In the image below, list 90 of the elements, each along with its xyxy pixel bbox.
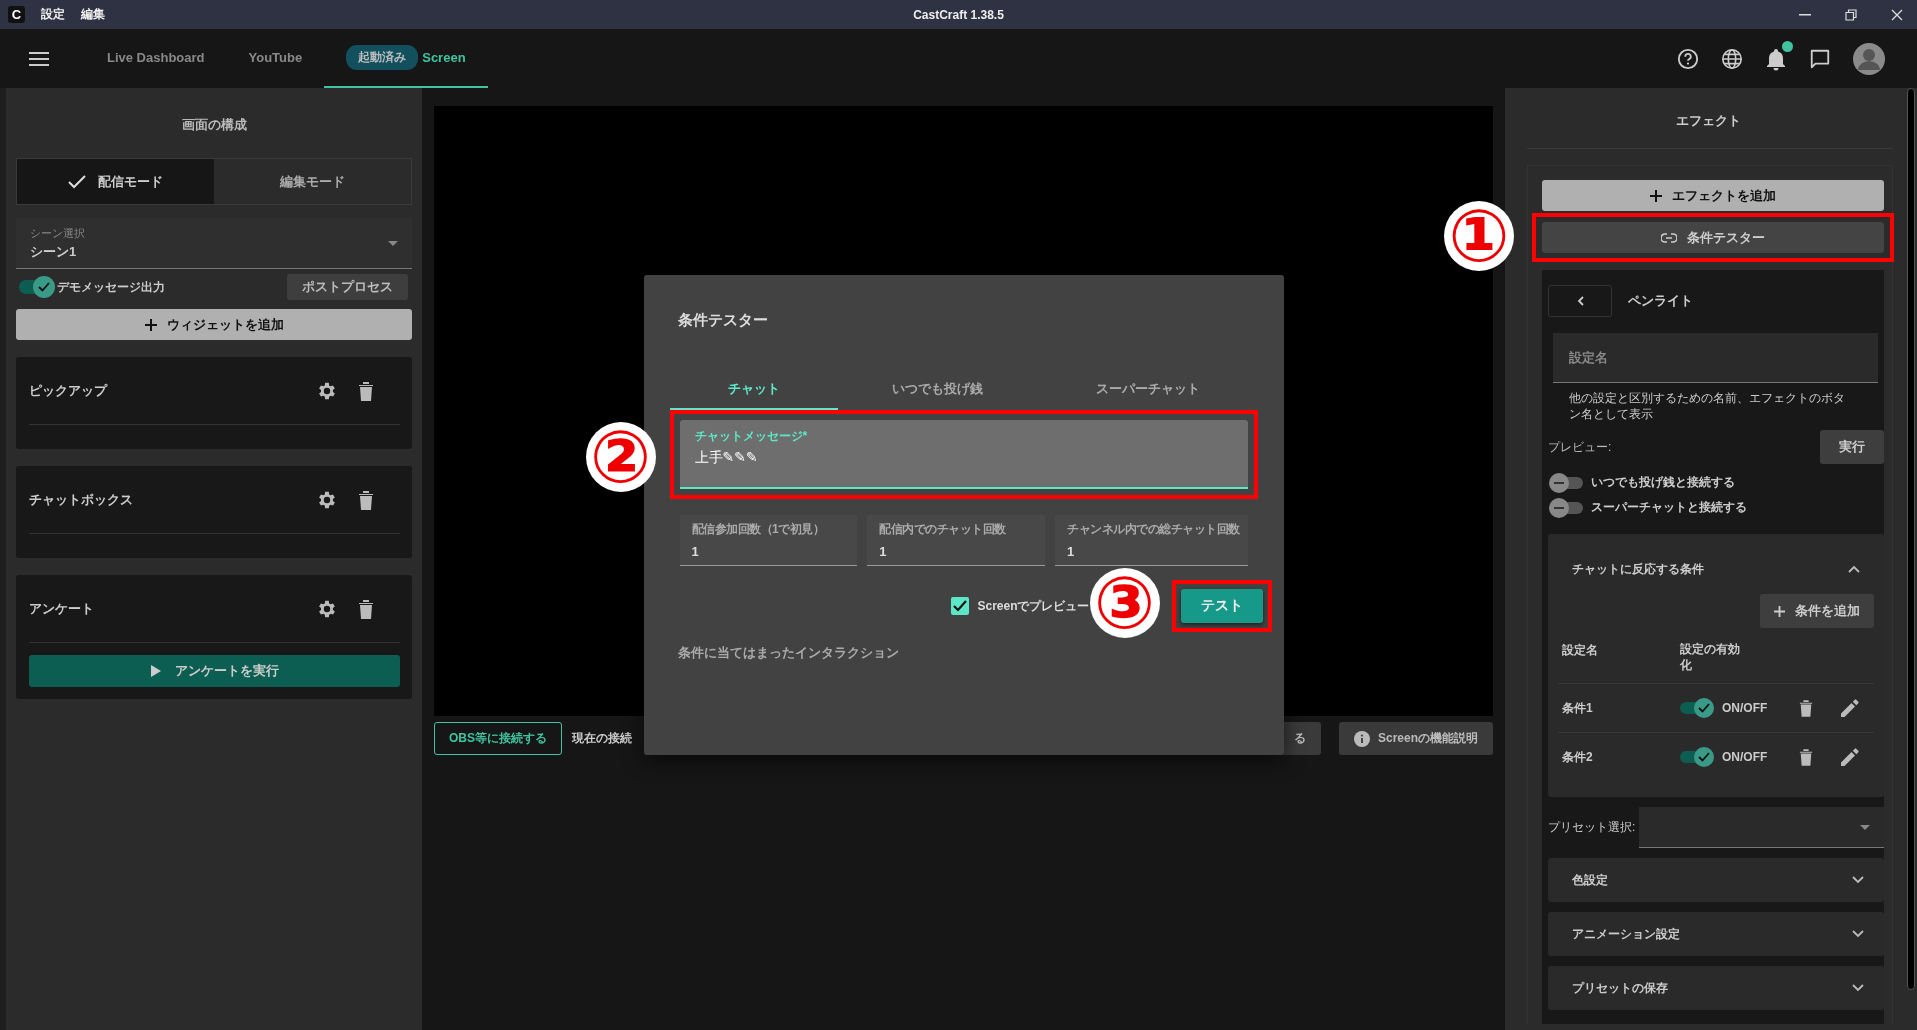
preview-label: プレビュー: <box>1548 438 1613 456</box>
table-cell-text: 条件1 <box>1562 699 1594 717</box>
toggle-label: デモメッセージ出力 <box>57 278 165 296</box>
nav-tab[interactable]: YouTube <box>226 29 325 88</box>
scrollbar[interactable] <box>1907 88 1915 990</box>
table-cell-text: 条件2 <box>1562 748 1594 766</box>
collapsible-section[interactable]: 色設定 <box>1548 858 1884 903</box>
play-icon <box>150 665 161 677</box>
panel-heading: チャットに反応する条件 <box>1572 560 1704 578</box>
close-icon[interactable] <box>1891 8 1903 21</box>
chevron-icon[interactable] <box>1848 565 1860 574</box>
column-header: 設定名 <box>1562 642 1599 660</box>
panel-title: エフェクト <box>1674 112 1742 130</box>
nav-tab-label: Live Dashboard <box>107 50 205 65</box>
widget-name: ピックアップ <box>29 381 109 400</box>
dialog-title: 条件テスター <box>676 310 769 330</box>
app-logo: C <box>8 6 25 23</box>
nav-tab[interactable]: Live Dashboard <box>85 29 227 88</box>
help-button[interactable]: Screenの機能説明 <box>1338 722 1493 755</box>
minimize-icon[interactable] <box>1799 13 1811 16</box>
dialog-tab[interactable]: スーパーチャット <box>1037 374 1258 410</box>
tester-button[interactable]: 条件テスター <box>1542 222 1884 253</box>
window-title: CastCraft 1.38.5 <box>913 7 1004 22</box>
panel-title: 画面の構成 <box>180 116 248 134</box>
dialog-tab[interactable]: いつでも投げ銭 <box>837 374 1038 410</box>
check-icon <box>68 174 86 189</box>
postprocess-button[interactable]: ポストプロセス <box>287 274 408 300</box>
message-field[interactable]: チャットメッセージ* 上手✎✎✎ <box>679 420 1248 489</box>
widget-name: チャットボックス <box>29 490 134 509</box>
globe-icon[interactable] <box>1721 47 1743 70</box>
toggle-label: ON/OFF <box>1722 750 1768 765</box>
dropdown-icon <box>1860 824 1870 830</box>
mode-tab[interactable]: 配信モード <box>17 159 214 204</box>
plus-icon <box>1650 189 1662 202</box>
toggle-label: ON/OFF <box>1722 701 1768 716</box>
chevron-left-icon <box>1576 296 1584 306</box>
collapsible-section[interactable]: アニメーション設定 <box>1548 912 1884 957</box>
menu-item[interactable]: 編集 <box>81 6 105 23</box>
widget-name: アンケート <box>29 599 95 618</box>
nav-tab-label: YouTube <box>248 50 303 65</box>
connection-text: 現在の接続 <box>572 730 632 747</box>
number-field[interactable]: チャンネル内での総チャット回数 1 <box>1055 515 1248 566</box>
restore-icon[interactable] <box>1845 8 1857 21</box>
checkbox-label: Screenでプレビュー <box>977 597 1090 615</box>
add-condition-button[interactable]: 条件を追加 <box>1760 594 1874 629</box>
delete-icon[interactable] <box>358 380 374 401</box>
check-icon <box>1698 752 1710 763</box>
collapsible-section[interactable]: プリセットの保存 <box>1548 966 1884 1011</box>
delete-icon[interactable] <box>1799 699 1814 718</box>
pencil-icon[interactable] <box>1841 699 1860 718</box>
delete-icon[interactable] <box>1799 748 1814 767</box>
check-icon <box>1698 703 1710 714</box>
check-icon <box>953 600 968 612</box>
delete-icon[interactable] <box>358 598 374 619</box>
dialog-tab[interactable]: チャット <box>669 374 838 410</box>
menu-icon[interactable] <box>29 51 49 66</box>
name-field[interactable]: 設定名 <box>1553 333 1878 383</box>
info-icon <box>1353 730 1370 747</box>
menu-item[interactable]: 設定 <box>41 6 65 23</box>
toggle-label: スーパーチャットと接続する <box>1591 499 1747 517</box>
check-icon <box>38 282 50 292</box>
preset-select[interactable] <box>1639 807 1884 849</box>
nav-tab-label: Screen <box>422 50 466 65</box>
avatar-icon[interactable] <box>1853 42 1885 75</box>
plus-icon <box>1774 605 1785 617</box>
number-field[interactable]: 配信参加回数（1で初見） 1 <box>679 515 858 566</box>
pencil-icon[interactable] <box>1841 748 1860 767</box>
run-poll-button[interactable]: アンケートを実行 <box>29 655 400 687</box>
status-badge: 起動済み <box>346 45 419 70</box>
callout-number: ③ <box>1089 568 1160 638</box>
hint-text: 他の設定と区別するための名前、エフェクトのボタン名として表示 <box>1568 390 1846 423</box>
section-heading: 条件に当てはまったインタラクション <box>677 644 900 662</box>
help-icon[interactable] <box>1677 47 1699 70</box>
column-header: 設定の有効化 <box>1680 642 1741 674</box>
bell-icon[interactable] <box>1765 46 1787 71</box>
add-effect-button[interactable]: エフェクトを追加 <box>1542 180 1884 211</box>
delete-icon[interactable] <box>358 489 374 510</box>
number-field[interactable]: 配信内でのチャット回数 1 <box>867 515 1045 566</box>
run-button[interactable]: 実行 <box>1820 430 1884 465</box>
add-widget-button[interactable]: ウィジェットを追加 <box>16 309 412 340</box>
preset-label: プリセット選択: <box>1548 819 1637 837</box>
scene-select[interactable]: シーン選択 シーン1 <box>16 218 412 269</box>
connect-button[interactable]: OBS等に接続する <box>434 722 562 755</box>
chat-icon[interactable] <box>1809 47 1831 70</box>
toggle-label: いつでも投げ銭と接続する <box>1591 474 1735 492</box>
checkbox[interactable] <box>951 597 970 615</box>
link-icon <box>1661 232 1677 243</box>
effect-name: ペンライト <box>1628 292 1693 310</box>
plus-icon <box>144 318 157 331</box>
dropdown-icon <box>388 240 398 246</box>
